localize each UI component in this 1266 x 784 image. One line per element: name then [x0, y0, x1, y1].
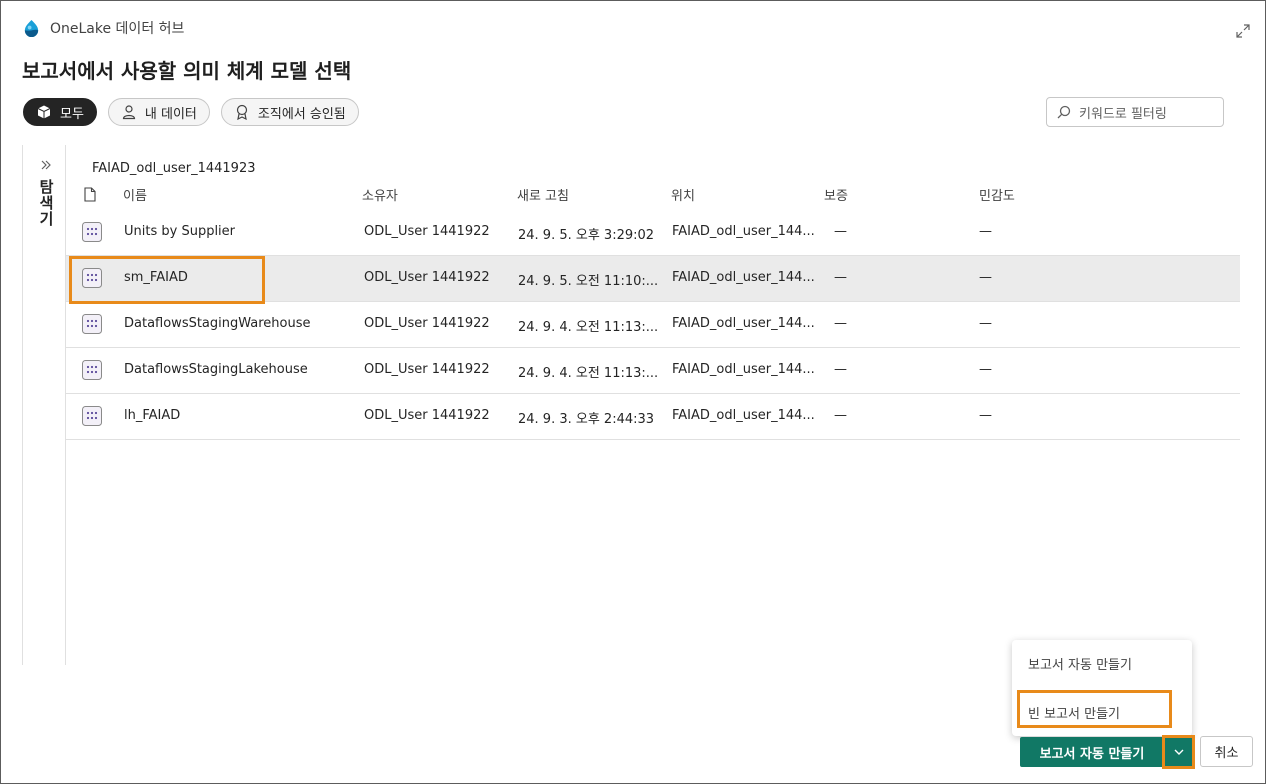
row-sensitivity: —	[979, 408, 992, 423]
explorer-pane[interactable]: 탐색기	[22, 145, 66, 665]
semantic-model-icon	[82, 360, 102, 380]
row-refreshed: 24. 9. 5. 오후 3:29:02	[518, 228, 655, 243]
chip-all-label: 모두	[60, 106, 84, 122]
cube-icon	[37, 105, 51, 119]
chevron-down-icon	[1174, 749, 1184, 755]
row-owner: ODL_User 1441922	[364, 270, 490, 285]
chip-my-data-label: 내 데이터	[144, 106, 197, 122]
breadcrumb: FAIAD_odl_user_1441923	[92, 161, 256, 176]
row-name: DataflowsStagingWarehouse	[124, 316, 311, 331]
auto-create-report-button[interactable]: 보고서 자동 만들기	[1020, 737, 1164, 767]
row-endorsement: —	[834, 316, 847, 331]
table-row[interactable]: Units by Supplier ODL_User 1441922 24. 9…	[66, 210, 1240, 256]
row-name: sm_FAIAD	[124, 270, 188, 285]
row-location: FAIAD_odl_user_144...	[672, 316, 815, 331]
filter-chips: 모두 내 데이터 조직에서 승인됨	[23, 98, 359, 126]
chip-endorsed-label: 조직에서 승인됨	[257, 106, 346, 122]
row-endorsement: —	[834, 270, 847, 285]
create-report-dropdown-button[interactable]	[1165, 737, 1193, 767]
create-report-menu: 보고서 자동 만들기 빈 보고서 만들기	[1012, 640, 1192, 736]
column-header-sensitivity[interactable]: 민감도	[979, 185, 1015, 204]
row-owner: ODL_User 1441922	[364, 362, 490, 377]
person-icon	[122, 105, 136, 120]
row-owner: ODL_User 1441922	[364, 224, 490, 239]
row-sensitivity: —	[979, 270, 992, 285]
semantic-model-icon	[82, 314, 102, 334]
row-sensitivity: —	[979, 362, 992, 377]
column-header-endorsement[interactable]: 보증	[824, 185, 848, 204]
row-owner: ODL_User 1441922	[364, 408, 490, 423]
chip-all[interactable]: 모두	[23, 98, 97, 126]
row-name: lh_FAIAD	[124, 408, 181, 423]
double-chevron-right-icon[interactable]	[40, 159, 52, 171]
column-header-location[interactable]: 위치	[671, 185, 695, 204]
semantic-model-icon	[82, 222, 102, 242]
semantic-model-icon	[82, 406, 102, 426]
filter-placeholder: 키워드로 필터링	[1079, 106, 1167, 122]
row-location: FAIAD_odl_user_144...	[672, 362, 815, 377]
row-name: DataflowsStagingLakehouse	[124, 362, 308, 377]
menu-item-auto-create[interactable]: 보고서 자동 만들기	[1028, 654, 1132, 673]
row-location: FAIAD_odl_user_144...	[672, 408, 815, 423]
hub-title: OneLake 데이터 허브	[50, 21, 185, 37]
table-row[interactable]: DataflowsStagingWarehouse ODL_User 14419…	[66, 302, 1240, 348]
onelake-logo-icon	[24, 19, 39, 37]
cancel-button[interactable]: 취소	[1200, 736, 1253, 767]
row-location: FAIAD_odl_user_144...	[672, 270, 815, 285]
column-header-name[interactable]: 이름	[123, 185, 147, 204]
row-sensitivity: —	[979, 316, 992, 331]
explorer-label: 탐색기	[37, 179, 55, 227]
chip-my-data[interactable]: 내 데이터	[107, 98, 210, 126]
row-refreshed: 24. 9. 5. 오전 11:10:...	[518, 274, 659, 289]
row-refreshed: 24. 9. 4. 오전 11:13:...	[518, 366, 659, 381]
row-sensitivity: —	[979, 224, 992, 239]
table-row[interactable]: DataflowsStagingLakehouse ODL_User 14419…	[66, 348, 1240, 394]
row-owner: ODL_User 1441922	[364, 316, 490, 331]
row-refreshed: 24. 9. 3. 오후 2:44:33	[518, 412, 655, 427]
table-row[interactable]: lh_FAIAD ODL_User 1441922 24. 9. 3. 오후 2…	[66, 394, 1240, 440]
row-endorsement: —	[834, 224, 847, 239]
row-location: FAIAD_odl_user_144...	[672, 224, 815, 239]
chip-endorsed[interactable]: 조직에서 승인됨	[220, 98, 359, 126]
column-header-refreshed[interactable]: 새로 고침	[517, 185, 569, 204]
row-name: Units by Supplier	[124, 224, 236, 239]
page-title: 보고서에서 사용할 의미 체계 모델 선택	[22, 59, 352, 83]
column-header-owner[interactable]: 소유자	[362, 185, 398, 204]
search-icon	[1057, 105, 1071, 119]
row-endorsement: —	[834, 362, 847, 377]
expand-icon[interactable]	[1236, 24, 1250, 38]
ribbon-icon	[236, 104, 248, 120]
row-endorsement: —	[834, 408, 847, 423]
keyword-filter-input[interactable]: 키워드로 필터링	[1046, 97, 1224, 127]
row-refreshed: 24. 9. 4. 오전 11:13:...	[518, 320, 659, 335]
semantic-model-icon	[82, 268, 102, 288]
hub-header: OneLake 데이터 허브	[22, 18, 184, 38]
file-type-icon	[84, 187, 96, 202]
table-row-selected[interactable]: sm_FAIAD ODL_User 1441922 24. 9. 5. 오전 1…	[66, 256, 1240, 302]
menu-item-blank-report[interactable]: 빈 보고서 만들기	[1028, 703, 1120, 722]
